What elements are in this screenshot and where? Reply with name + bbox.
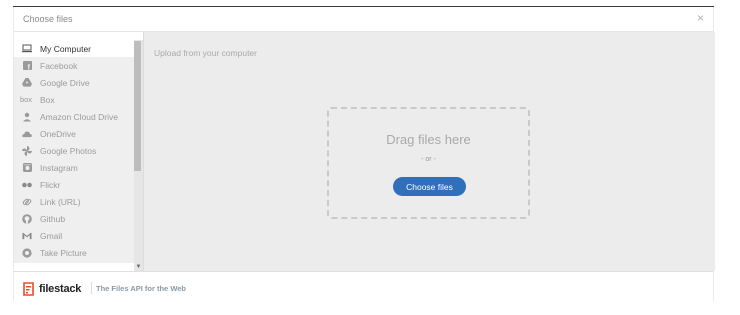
close-icon[interactable]: × [697,11,704,25]
onedrive-icon [22,129,32,139]
sidebar-item-box[interactable]: box Box [14,91,143,108]
filestack-logo-icon [23,282,34,296]
camera-icon [22,247,32,258]
scroll-down-arrow-icon[interactable]: ▼ [134,263,143,271]
flickr-icon [22,180,32,190]
instagram-icon [22,163,32,173]
source-sidebar: My Computer f Facebook Google Drive box … [14,40,143,263]
github-icon [22,213,32,224]
brand-name: filestack [39,283,82,295]
sidebar-scroll-thumb[interactable] [134,41,141,171]
amazon-cloud-drive-icon [22,112,32,122]
sidebar-item-flickr[interactable]: Flickr [14,176,143,193]
upload-panel: Upload from your computer Drag files her… [143,32,715,271]
sidebar-item-label: Google Photos [40,145,97,156]
sidebar-item-label: OneDrive [40,128,76,139]
tagline: The Files API for the Web [96,284,187,293]
google-photos-icon [22,145,32,156]
breadcrumb: Upload from your computer [154,48,257,58]
sidebar-item-label: Amazon Cloud Drive [40,111,118,122]
sidebar-item-label: Github [40,213,66,224]
google-drive-icon [22,78,32,88]
drop-zone-or: - or - [421,156,436,163]
sidebar-item-take-picture[interactable]: Take Picture [14,244,143,261]
sidebar-item-label: Google Drive [40,77,90,88]
sidebar-item-label: Take Picture [40,247,87,258]
dialog-title: Choose files [23,14,73,24]
sidebar-item-instagram[interactable]: Instagram [14,159,143,176]
box-icon: box [19,95,33,104]
sidebar-item-link-url[interactable]: Link (URL) [14,193,143,210]
dialog-footer: filestack The Files API for the Web [14,271,713,301]
sidebar-item-amazon-cloud-drive[interactable]: Amazon Cloud Drive [14,108,143,125]
dialog-header: Choose files × [14,7,713,32]
drop-zone[interactable]: Drag files here - or - Choose files [327,107,530,219]
sidebar-item-onedrive[interactable]: OneDrive [14,125,143,142]
sidebar-item-label: My Computer [40,43,92,54]
footer-divider [91,282,92,294]
gmail-icon [22,231,32,241]
sidebar-item-gmail[interactable]: Gmail [14,227,143,244]
link-icon [22,197,32,207]
choose-files-button[interactable]: Choose files [393,177,466,196]
computer-icon [22,44,32,54]
sidebar-item-label: Instagram [40,162,78,173]
sidebar-item-label: Facebook [40,60,78,71]
filestack-logo: filestack [23,282,81,296]
sidebar-item-google-drive[interactable]: Google Drive [14,74,143,91]
sidebar-item-my-computer[interactable]: My Computer [14,40,143,57]
sidebar-item-label: Box [40,94,55,105]
sidebar-item-google-photos[interactable]: Google Photos [14,142,143,159]
drop-zone-title: Drag files here [386,132,471,147]
sidebar-item-label: Gmail [40,230,63,241]
sidebar-item-label: Flickr [40,179,61,190]
sidebar-item-label: Link (URL) [40,196,81,207]
sidebar-item-facebook[interactable]: f Facebook [14,57,143,74]
file-picker-dialog: Choose files × My Computer f Facebook Go… [13,7,715,301]
sidebar-item-github[interactable]: Github [14,210,143,227]
facebook-icon: f [22,61,32,71]
